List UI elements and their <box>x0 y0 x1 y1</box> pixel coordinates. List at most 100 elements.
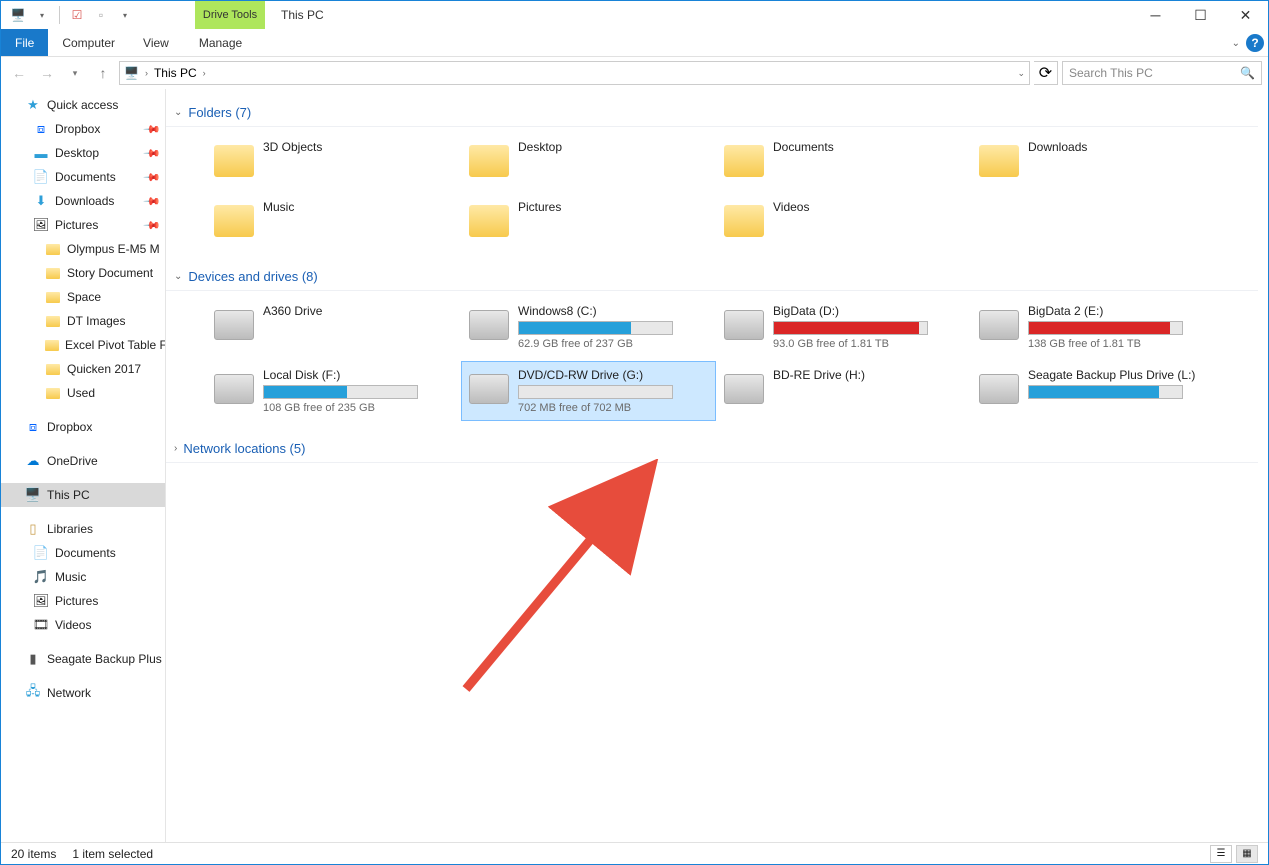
address-bar[interactable]: 🖥️ › This PC › ⌄ <box>119 61 1030 85</box>
ribbon-tab-manage[interactable]: Manage <box>185 29 256 56</box>
close-button[interactable]: ✕ <box>1223 1 1268 29</box>
folder-icon <box>978 140 1020 182</box>
drive-item[interactable]: BigData (D:)93.0 GB free of 1.81 TB <box>716 297 971 357</box>
address-dropdown-icon[interactable]: ⌄ <box>1017 68 1025 79</box>
folders-grid: 3D Objects Desktop Documents Downloads M… <box>166 133 1258 249</box>
sidebar-dropbox-root[interactable]: ⧈Dropbox <box>1 415 165 439</box>
drive-label: Windows8 (C:) <box>518 304 709 318</box>
status-bar: 20 items 1 item selected ☰ ▦ <box>1 842 1268 864</box>
ribbon-tab-file[interactable]: File <box>1 29 48 56</box>
group-title: Network locations (5) <box>183 441 305 456</box>
drive-item[interactable]: Seagate Backup Plus Drive (L:) <box>971 361 1226 421</box>
annotation-arrow <box>446 459 666 709</box>
ribbon-tab-computer[interactable]: Computer <box>48 29 129 56</box>
sidebar-label: Music <box>55 570 86 584</box>
forward-button[interactable]: → <box>35 61 59 85</box>
sidebar-item-folder[interactable]: Used <box>1 381 165 405</box>
window-title: This PC <box>281 1 324 29</box>
sidebar-label: This PC <box>47 488 90 502</box>
pictures-icon: 🖼 <box>33 593 49 609</box>
sidebar-label: DT Images <box>67 314 125 328</box>
breadcrumb-separator-icon[interactable]: › <box>145 68 148 78</box>
tiles-view-button[interactable]: ▦ <box>1236 845 1258 863</box>
folder-downloads[interactable]: Downloads <box>971 133 1226 189</box>
item-label: Desktop <box>518 140 709 154</box>
folder-music[interactable]: Music <box>206 193 461 249</box>
sidebar-item-folder[interactable]: Quicken 2017 <box>1 357 165 381</box>
folder-pictures[interactable]: Pictures <box>461 193 716 249</box>
folder-documents[interactable]: Documents <box>716 133 971 189</box>
folder-desktop[interactable]: Desktop <box>461 133 716 189</box>
folder-videos[interactable]: Videos <box>716 193 971 249</box>
sidebar-quick-access[interactable]: ★ Quick access <box>1 93 165 117</box>
properties-icon[interactable]: ☑ <box>66 4 88 26</box>
sidebar-item-folder[interactable]: Story Document <box>1 261 165 285</box>
capacity-bar <box>1028 385 1183 399</box>
item-label: Documents <box>773 140 964 154</box>
ribbon-tab-view[interactable]: View <box>129 29 183 56</box>
details-view-button[interactable]: ☰ <box>1210 845 1232 863</box>
breadcrumb-separator-icon[interactable]: › <box>203 68 206 78</box>
sidebar-this-pc[interactable]: 🖥️This PC <box>1 483 165 507</box>
sidebar-lib-documents[interactable]: 📄Documents <box>1 541 165 565</box>
qat-customize-icon[interactable]: ▾ <box>114 4 136 26</box>
group-header-folders[interactable]: ⌄ Folders (7) <box>166 99 1258 127</box>
folder-icon <box>213 200 255 242</box>
sidebar-item-folder[interactable]: Excel Pivot Table Fe <box>1 333 165 357</box>
sidebar-lib-music[interactable]: 🎵Music <box>1 565 165 589</box>
navigation-bar: ← → ▾ ↑ 🖥️ › This PC › ⌄ ⟳ Search This P… <box>1 57 1268 89</box>
folder-icon <box>723 140 765 182</box>
drive-item[interactable]: Local Disk (F:)108 GB free of 235 GB <box>206 361 461 421</box>
drive-item[interactable]: BD-RE Drive (H:) <box>716 361 971 421</box>
minimize-button[interactable]: ─ <box>1133 1 1178 29</box>
folder-3d-objects[interactable]: 3D Objects <box>206 133 461 189</box>
drive-item[interactable]: Windows8 (C:) 62.9 GB free of 237 GB <box>461 297 716 357</box>
sidebar-network[interactable]: 🖧Network <box>1 681 165 705</box>
up-button[interactable]: ↑ <box>91 61 115 85</box>
new-folder-icon[interactable]: ▫ <box>90 4 112 26</box>
folder-icon <box>45 241 61 257</box>
sidebar-item-folder[interactable]: DT Images <box>1 309 165 333</box>
ribbon-tabs: File Computer View Manage ⌄ ? <box>1 29 1268 57</box>
ribbon-expand-icon[interactable]: ⌄ <box>1232 38 1240 49</box>
sidebar-item-folder[interactable]: Olympus E-M5 M <box>1 237 165 261</box>
maximize-button[interactable]: ☐ <box>1178 1 1223 29</box>
onedrive-icon: ☁ <box>25 453 41 469</box>
sidebar-label: Used <box>67 386 95 400</box>
sidebar-lib-videos[interactable]: 🎞Videos <box>1 613 165 637</box>
sidebar-lib-pictures[interactable]: 🖼Pictures <box>1 589 165 613</box>
group-header-drives[interactable]: ⌄ Devices and drives (8) <box>166 263 1258 291</box>
help-icon[interactable]: ? <box>1246 34 1264 52</box>
drive-item[interactable]: BigData 2 (E:)138 GB free of 1.81 TB <box>971 297 1226 357</box>
recent-locations-icon[interactable]: ▾ <box>63 61 87 85</box>
drive-item[interactable]: DVD/CD-RW Drive (G:)702 MB free of 702 M… <box>461 361 716 421</box>
drive-icon <box>468 368 510 410</box>
group-header-network[interactable]: › Network locations (5) <box>166 435 1258 463</box>
this-pc-icon[interactable]: 🖥️ <box>7 4 29 26</box>
refresh-button[interactable]: ⟳ <box>1034 61 1058 85</box>
context-tab-drive-tools: Drive Tools <box>195 1 265 29</box>
sidebar-item-documents[interactable]: 📄Documents📌 <box>1 165 165 189</box>
sidebar-onedrive[interactable]: ☁OneDrive <box>1 449 165 473</box>
folder-icon <box>45 385 61 401</box>
sidebar-item-downloads[interactable]: ⬇Downloads📌 <box>1 189 165 213</box>
sidebar-item-pictures[interactable]: 🖼Pictures📌 <box>1 213 165 237</box>
qat-dropdown-icon[interactable]: ▾ <box>31 4 53 26</box>
back-button[interactable]: ← <box>7 61 31 85</box>
drive-item[interactable]: A360 Drive <box>206 297 461 357</box>
content-pane[interactable]: ⌄ Folders (7) 3D Objects Desktop Documen… <box>166 89 1268 842</box>
drive-label: A360 Drive <box>263 304 454 318</box>
sidebar-label: Dropbox <box>55 122 100 136</box>
drive-free-space: 62.9 GB free of 237 GB <box>518 338 709 350</box>
navigation-pane[interactable]: ★ Quick access ⧈Dropbox📌 ▬Desktop📌 📄Docu… <box>1 89 166 842</box>
sidebar-item-dropbox[interactable]: ⧈Dropbox📌 <box>1 117 165 141</box>
sidebar-seagate[interactable]: ▮Seagate Backup Plus <box>1 647 165 671</box>
breadcrumb-this-pc[interactable]: This PC <box>154 66 197 80</box>
search-input[interactable]: Search This PC 🔍 <box>1062 61 1262 85</box>
sidebar-libraries[interactable]: ▯Libraries <box>1 517 165 541</box>
capacity-bar <box>518 321 673 335</box>
sidebar-item-desktop[interactable]: ▬Desktop📌 <box>1 141 165 165</box>
folder-icon <box>45 337 59 353</box>
item-label: Music <box>263 200 454 214</box>
sidebar-item-folder[interactable]: Space <box>1 285 165 309</box>
